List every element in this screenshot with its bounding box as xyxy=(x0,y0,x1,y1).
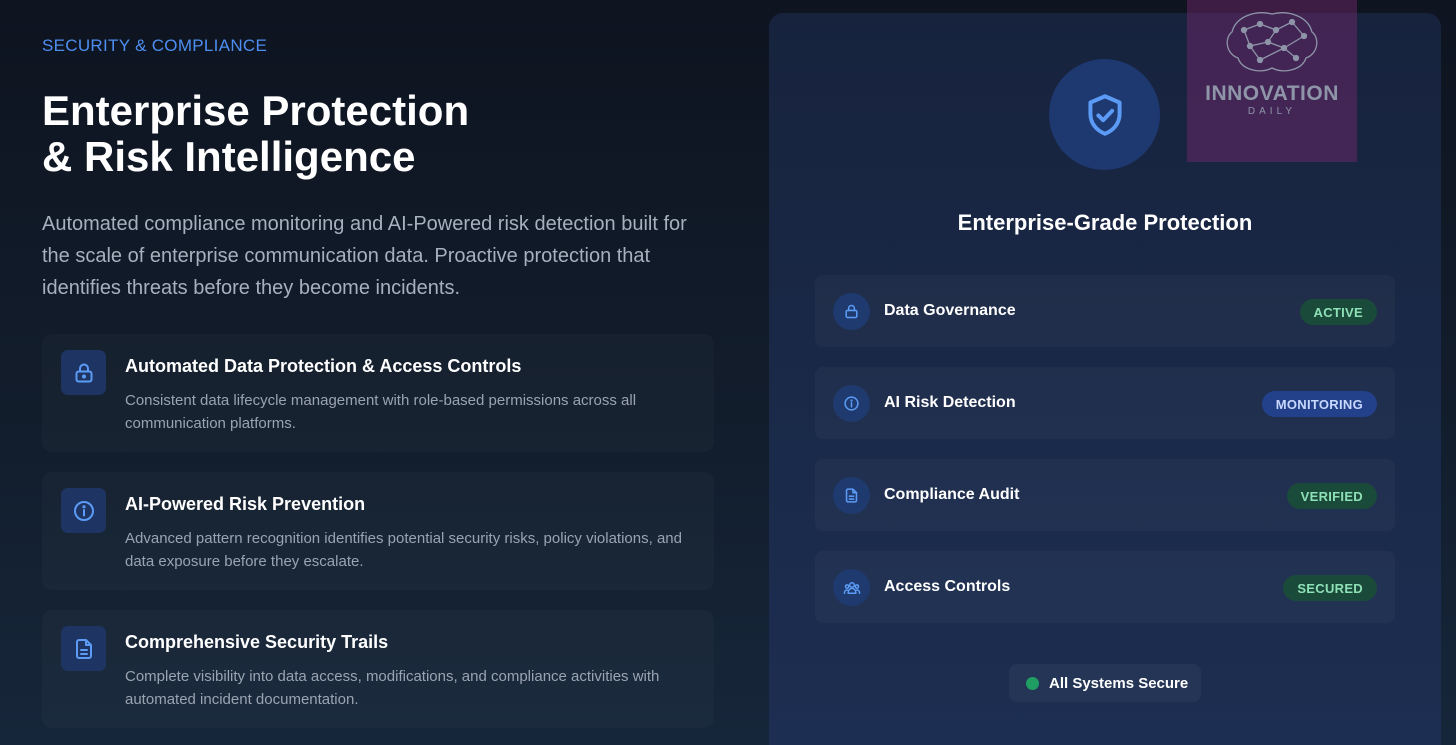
status-row-compliance-audit: Compliance Audit VERIFIED xyxy=(815,459,1395,531)
system-status-text: All Systems Secure xyxy=(1049,674,1189,692)
feature-list: Automated Data Protection & Access Contr… xyxy=(42,334,714,745)
brain-network-icon xyxy=(1226,12,1318,72)
page-title-line-2: & Risk Intelligence xyxy=(42,133,416,180)
lock-icon xyxy=(61,350,106,395)
feature-title: AI-Powered Risk Prevention xyxy=(125,494,366,514)
feature-description: Consistent data lifecycle management wit… xyxy=(125,392,637,432)
status-label: AI Risk Detection xyxy=(884,394,1016,411)
feature-description: Advanced pattern recognition identifies … xyxy=(125,530,682,570)
panel-title: Enterprise-Grade Protection xyxy=(957,210,1253,235)
status-badge: SECURED xyxy=(1283,575,1377,601)
feature-card-security-trails: Comprehensive Security Trails Complete v… xyxy=(42,610,714,728)
intro-section: SECURITY & COMPLIANCE Enterprise Protect… xyxy=(42,36,714,304)
status-dot-icon xyxy=(1026,676,1039,690)
info-icon xyxy=(833,385,870,422)
system-status-indicator: All Systems Secure xyxy=(1009,664,1201,702)
feature-title: Automated Data Protection & Access Contr… xyxy=(125,356,522,376)
watermark-subtitle: DAILY xyxy=(1247,106,1297,117)
lock-icon xyxy=(833,293,870,330)
lead-paragraph: Automated compliance monitoring and AI-P… xyxy=(42,213,687,299)
protection-panel: INNOVATION DAILY Enterprise-Grade Protec… xyxy=(769,0,1441,745)
document-icon xyxy=(61,626,106,671)
watermark-name: INNOVATION xyxy=(1205,82,1339,105)
shield-badge xyxy=(1049,59,1160,170)
status-row-data-governance: Data Governance ACTIVE xyxy=(815,275,1395,347)
status-label: Data Governance xyxy=(884,302,1016,319)
shield-check-icon xyxy=(1087,93,1122,136)
status-row-ai-risk-detection: AI Risk Detection MONITORING xyxy=(815,367,1395,439)
status-badge: MONITORING xyxy=(1261,391,1377,417)
section-eyebrow: SECURITY & COMPLIANCE xyxy=(42,36,268,55)
status-row-access-controls: Access Controls SECURED xyxy=(815,551,1395,623)
info-icon xyxy=(61,488,106,533)
feature-description: Complete visibility into data access, mo… xyxy=(125,668,660,708)
status-label: Compliance Audit xyxy=(884,486,1020,503)
status-badge: VERIFIED xyxy=(1286,483,1377,509)
page: SECURITY & COMPLIANCE Enterprise Protect… xyxy=(0,0,1456,745)
status-badge: ACTIVE xyxy=(1299,299,1377,325)
innovation-daily-watermark: INNOVATION DAILY xyxy=(1187,0,1357,162)
document-icon xyxy=(833,477,870,514)
page-title-line-1: Enterprise Protection xyxy=(42,87,470,134)
feature-title: Comprehensive Security Trails xyxy=(125,632,389,652)
users-icon xyxy=(833,569,870,606)
feature-card-data-protection: Automated Data Protection & Access Contr… xyxy=(42,334,714,452)
page-title: Enterprise Protection & Risk Intelligenc… xyxy=(42,88,714,180)
feature-card-risk-prevention: AI-Powered Risk Prevention Advanced patt… xyxy=(42,472,714,590)
status-label: Access Controls xyxy=(884,578,1011,595)
